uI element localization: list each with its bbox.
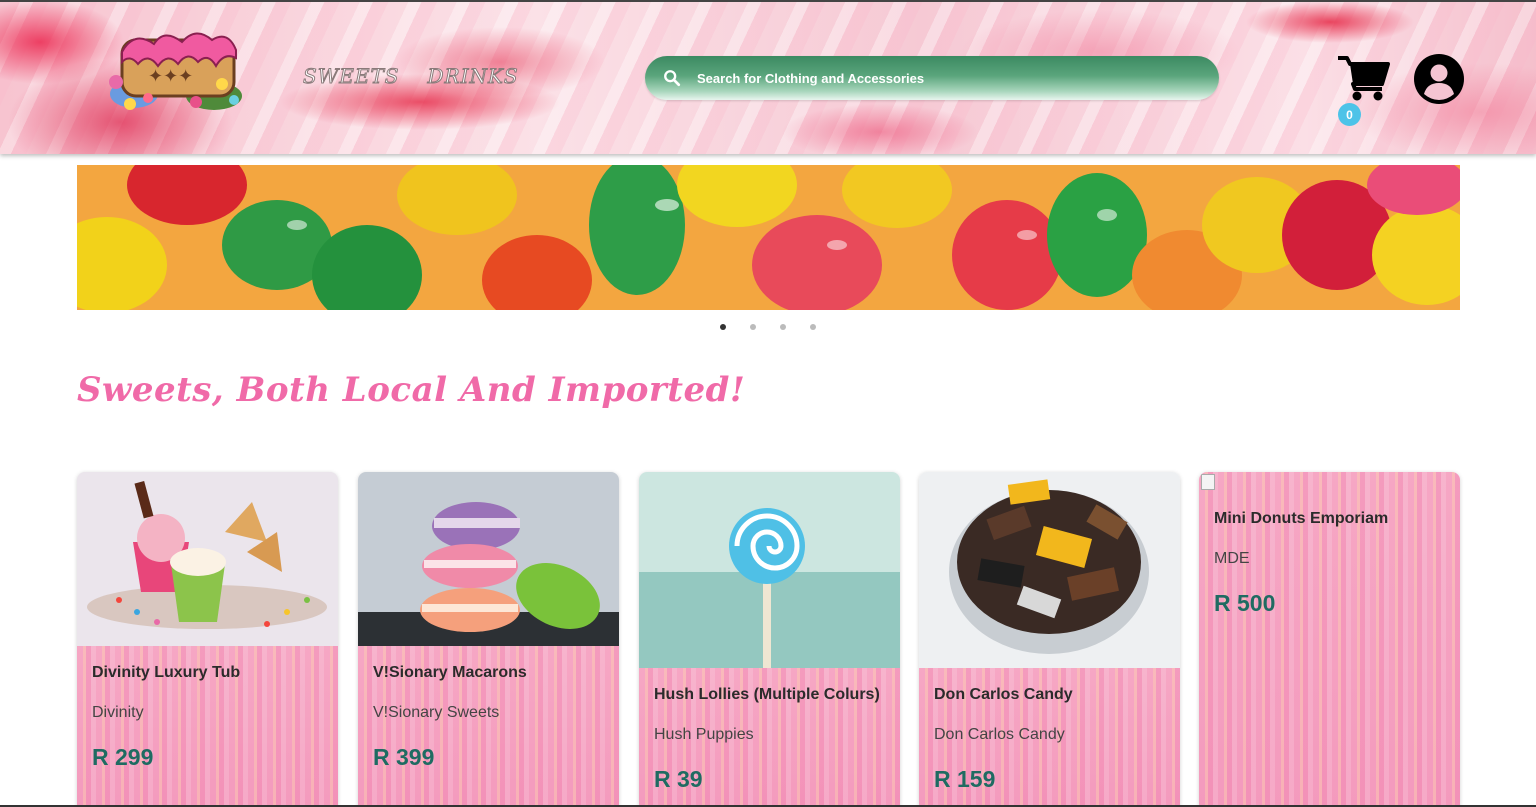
product-info: Mini Donuts Emporiam MDE R 500	[1199, 472, 1460, 805]
product-brand: MDE	[1214, 550, 1250, 567]
carousel-indicators	[720, 324, 816, 330]
carousel-dot[interactable]	[780, 324, 786, 330]
section-title: Sweets, Both Local And Imported!	[77, 370, 746, 410]
search-bar[interactable]	[645, 56, 1219, 100]
product-brand: V!Sionary Sweets	[373, 704, 500, 721]
nav-drinks[interactable]: DRINKS	[427, 64, 519, 89]
product-card[interactable]: Mini Donuts Emporiam MDE R 500	[1199, 472, 1460, 805]
svg-text:✦✦✦: ✦✦✦	[148, 66, 193, 87]
carousel-dot[interactable]	[750, 324, 756, 330]
product-card[interactable]: V!Sionary Macarons V!Sionary Sweets R 39…	[358, 472, 619, 805]
hero-carousel-image[interactable]	[77, 165, 1460, 310]
product-price: R 299	[92, 744, 154, 770]
page: ✦✦✦ SWEETS DRINKS 0	[0, 0, 1536, 807]
user-account-icon[interactable]	[1413, 53, 1465, 105]
product-name: Don Carlos Candy	[934, 686, 1073, 703]
product-image	[639, 472, 900, 668]
product-name: Hush Lollies (Multiple Colurs)	[654, 686, 880, 703]
product-image	[919, 472, 1180, 668]
product-name: Divinity Luxury Tub	[92, 664, 241, 681]
product-image	[358, 472, 619, 646]
main-nav: SWEETS DRINKS	[303, 64, 519, 89]
product-price: R 159	[934, 766, 996, 792]
search-icon	[664, 70, 681, 87]
site-logo[interactable]: ✦✦✦	[104, 22, 246, 114]
carousel-dot[interactable]	[720, 324, 726, 330]
product-brand: Hush Puppies	[654, 726, 754, 743]
search-input[interactable]	[697, 70, 1177, 86]
product-brand: Divinity	[92, 704, 144, 721]
carousel-dot[interactable]	[810, 324, 816, 330]
product-card[interactable]: Divinity Luxury Tub Divinity R 299	[77, 472, 338, 805]
product-name: Mini Donuts Emporiam	[1214, 510, 1389, 527]
product-info: Divinity Luxury Tub Divinity R 299	[77, 646, 338, 805]
nav-sweets[interactable]: SWEETS	[303, 64, 400, 89]
product-card[interactable]: Hush Lollies (Multiple Colurs) Hush Pupp…	[639, 472, 900, 805]
product-card[interactable]: Don Carlos Candy Don Carlos Candy R 159	[919, 472, 1180, 805]
product-info: V!Sionary Macarons V!Sionary Sweets R 39…	[358, 646, 619, 805]
product-price: R 39	[654, 766, 703, 792]
broken-image-icon	[1201, 474, 1215, 490]
product-info: Hush Lollies (Multiple Colurs) Hush Pupp…	[639, 668, 900, 805]
product-name: V!Sionary Macarons	[373, 664, 527, 681]
product-price: R 399	[373, 744, 435, 770]
jellybeans-image	[77, 165, 1460, 310]
product-price: R 500	[1214, 590, 1276, 616]
product-info: Don Carlos Candy Don Carlos Candy R 159	[919, 668, 1180, 805]
cart-count-badge: 0	[1338, 103, 1361, 126]
site-header: ✦✦✦ SWEETS DRINKS 0	[0, 2, 1536, 154]
cart-icon[interactable]	[1336, 54, 1390, 102]
product-brand: Don Carlos Candy	[934, 726, 1065, 743]
product-image	[77, 472, 338, 646]
